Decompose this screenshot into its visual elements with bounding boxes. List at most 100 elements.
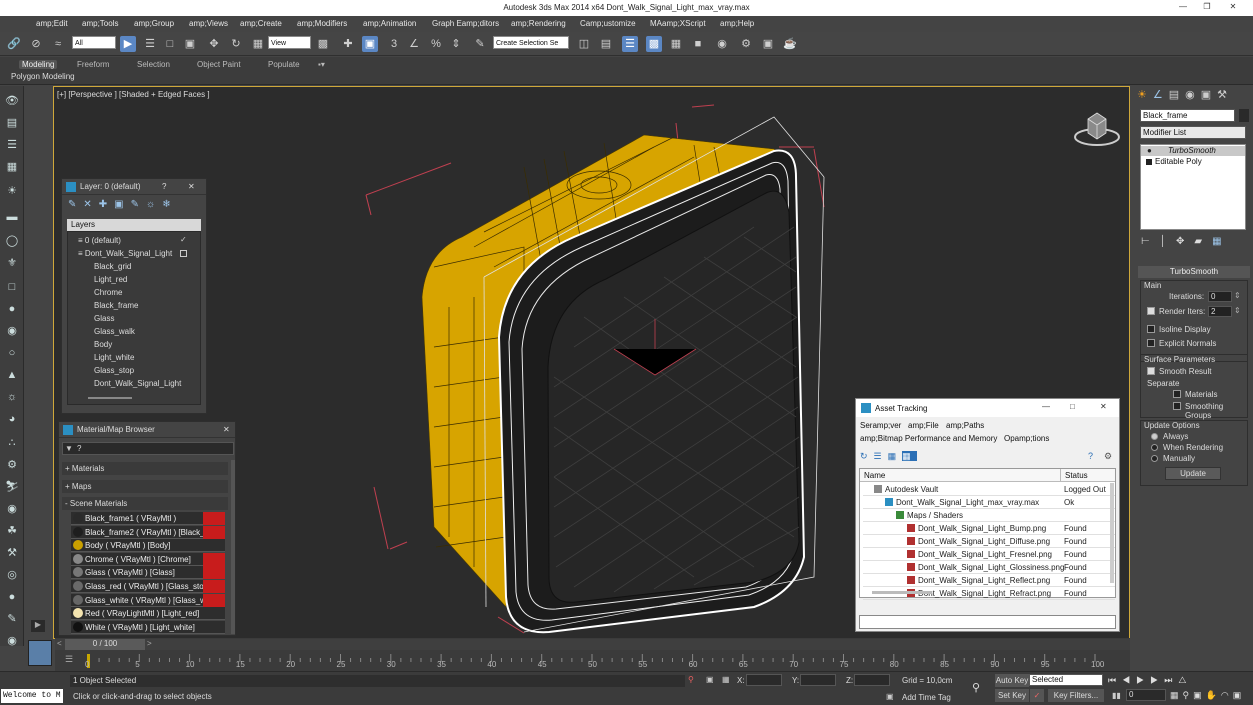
next-frame-icon[interactable]: ▶ xyxy=(1150,675,1164,685)
pan-icon[interactable]: ✋ xyxy=(1206,690,1221,700)
layer-object-item[interactable]: Black_grid xyxy=(94,260,131,273)
ribbon-sub-polygon-modeling[interactable]: Polygon Modeling xyxy=(11,72,75,81)
layer-help-button[interactable]: ? xyxy=(162,179,166,195)
tab-object-paint[interactable]: Object Paint xyxy=(197,60,241,69)
key-icon[interactable]: ⚲ xyxy=(972,681,980,694)
add-to-layer-icon[interactable]: ✚ xyxy=(99,199,114,210)
menu-edit[interactable]: amp;Edit xyxy=(36,19,68,28)
show-end-result-icon[interactable]: │ xyxy=(1160,236,1176,247)
hammer-icon[interactable]: ⚒ xyxy=(5,546,19,560)
named-selection-dropdown[interactable]: Create Selection Se xyxy=(493,36,569,49)
current-frame-field[interactable]: 0 xyxy=(1126,689,1166,701)
asset-titlebar[interactable]: Asset Tracking — □ ✕ xyxy=(856,399,1119,417)
col-name[interactable]: Name xyxy=(864,471,885,480)
asset-row[interactable]: Dont_Walk_Signal_Light_Reflect.png Found xyxy=(863,574,1115,587)
render-iters-checkbox[interactable] xyxy=(1147,307,1158,316)
section-scene-materials[interactable]: - Scene Materials xyxy=(62,497,228,510)
expand-arrow-icon[interactable]: ▶ xyxy=(31,620,45,632)
menu-animation[interactable]: amp;Animation xyxy=(363,19,416,28)
mirror-icon[interactable]: ◫ xyxy=(576,36,592,52)
move-icon[interactable]: ✥ xyxy=(206,36,222,52)
tree-view-icon[interactable]: ▦ xyxy=(888,451,903,461)
x-coordinate-field[interactable] xyxy=(746,674,782,686)
light-icon[interactable]: ☀ xyxy=(5,184,19,198)
absolute-mode-icon[interactable]: ▦ xyxy=(722,675,730,684)
scale-icon[interactable]: ▦ xyxy=(250,36,266,52)
render-icon[interactable]: ◉ xyxy=(5,634,19,648)
layer-manager-icon[interactable]: ▩ xyxy=(646,36,662,52)
orbit-icon[interactable]: ◠ xyxy=(1221,690,1233,700)
tab-populate[interactable]: Populate xyxy=(268,60,300,69)
turbosmooth-rollout-title[interactable]: TurboSmooth xyxy=(1138,266,1250,278)
rect-selection-icon[interactable]: □ xyxy=(162,36,178,52)
y-coordinate-field[interactable] xyxy=(800,674,836,686)
asset-close-icon[interactable]: ✕ xyxy=(1100,402,1107,411)
pipe-icon[interactable]: ⚙ xyxy=(5,458,19,472)
layers-column-header[interactable]: Layers xyxy=(67,219,201,231)
menu-maxscript[interactable]: MAamp;XScript xyxy=(650,19,706,28)
asset-menu-file[interactable]: amp;File xyxy=(908,421,939,430)
material-row[interactable]: White ( VRayMtl ) [Light_white] xyxy=(71,620,225,634)
asset-menu-bitmap[interactable]: amp;Bitmap Performance and Memory xyxy=(860,434,997,443)
asset-settings-icon[interactable]: ⚙ xyxy=(1104,451,1112,462)
goto-start-icon[interactable]: ⏮ xyxy=(1108,675,1122,685)
material-row[interactable]: Black_frame2 ( VRayMtl ) [Black_grid] xyxy=(71,525,225,539)
smooth-result-checkbox[interactable] xyxy=(1147,367,1158,376)
stack-item-turbosmooth[interactable]: TurboSmooth xyxy=(1141,146,1245,156)
select-by-name-icon[interactable]: ☰ xyxy=(142,36,158,52)
stack-item-editable-poly[interactable]: Editable Poly xyxy=(1141,157,1245,167)
tab-selection[interactable]: Selection xyxy=(137,60,170,69)
key-mode-toggle-icon[interactable]: ▮▮ xyxy=(1112,691,1121,700)
asset-hscroll[interactable] xyxy=(872,591,932,594)
select-in-layer-icon[interactable]: ▣ xyxy=(114,199,130,210)
angle-snap-icon[interactable]: ∠ xyxy=(406,36,422,52)
layer-item[interactable]: ≡ Dont_Walk_Signal_Light xyxy=(78,247,172,260)
menu-create[interactable]: amp;Create xyxy=(240,19,282,28)
lock-selection-icon[interactable]: ▣ xyxy=(706,675,714,684)
asset-row[interactable]: Dont_Walk_Signal_Light_Glossiness.png Fou… xyxy=(863,561,1115,574)
stack-expand-icon[interactable] xyxy=(1146,159,1152,165)
tab-modeling[interactable]: Modeling xyxy=(19,60,58,69)
smoothing-groups-checkbox[interactable] xyxy=(1173,402,1184,411)
modifier-list-dropdown[interactable]: Modifier List xyxy=(1140,126,1246,139)
asset-vscroll[interactable] xyxy=(1110,483,1114,583)
asset-row[interactable]: Dont_Walk_Signal_Light_max_vray.max Ok xyxy=(863,496,1115,509)
layer-close-icon[interactable]: ✕ xyxy=(188,179,195,195)
globe-icon[interactable]: ◉ xyxy=(5,502,19,516)
set-key-icon[interactable]: ✓ xyxy=(1030,689,1044,702)
asset-row[interactable]: Dont_Walk_Signal_Light_Diffuse.png Found xyxy=(863,535,1115,548)
material-row[interactable]: Glass ( VRayMtl ) [Glass] xyxy=(71,566,225,580)
plant-icon[interactable]: ☘ xyxy=(5,524,19,538)
asset-maximize-icon[interactable]: □ xyxy=(1070,402,1075,411)
always-radio[interactable] xyxy=(1151,432,1161,441)
display-tab-icon[interactable]: ▣ xyxy=(1201,89,1217,101)
rotate-icon[interactable]: ↻ xyxy=(228,36,244,52)
configure-sets-icon[interactable]: ▦ xyxy=(1212,236,1231,247)
material-editor-icon[interactable]: ◉ xyxy=(714,36,730,52)
select-object-icon[interactable]: ▶ xyxy=(120,36,136,52)
hierarchy-tab-icon[interactable]: ▤ xyxy=(1169,89,1185,101)
zoom-all-icon[interactable]: ▣ xyxy=(1193,690,1206,700)
motion-tab-icon[interactable]: ◉ xyxy=(1185,89,1201,101)
scene-explorer-icon[interactable]: ▤ xyxy=(5,116,19,130)
asset-menu-paths[interactable]: amp;Paths xyxy=(946,421,984,430)
material-row[interactable]: Black_frame1 ( VRayMtl ) [Black_frame] xyxy=(71,512,225,536)
material-close-icon[interactable]: ✕ xyxy=(223,422,230,438)
teapot-icon[interactable]: ◕ xyxy=(5,412,19,426)
selection-filter-dropdown[interactable]: All xyxy=(72,36,116,49)
character-icon[interactable]: ⛷ xyxy=(5,480,19,494)
eye-icon[interactable]: 👁 xyxy=(5,94,19,108)
selection-set-dropdown[interactable]: Selected xyxy=(1029,674,1103,686)
layer-object-item[interactable]: Glass_walk xyxy=(94,325,135,338)
display-toggle-icon[interactable]: ▬ xyxy=(5,210,19,224)
material-row[interactable]: Red ( VRayLightMtl ) [Light_red] xyxy=(71,607,225,621)
asset-menu-server[interactable]: Seramp;ver xyxy=(860,421,901,430)
play-icon[interactable]: ▶ xyxy=(1136,675,1150,685)
rendered-frame-icon[interactable]: ▣ xyxy=(760,36,776,52)
remove-modifier-icon[interactable]: ▰ xyxy=(1194,236,1212,247)
unlink-icon[interactable]: ⊘ xyxy=(28,36,44,52)
material-row[interactable]: Glass_red ( VRayMtl ) [Glass_stop] xyxy=(71,580,225,593)
iterations-spinner[interactable]: 0 xyxy=(1208,291,1232,302)
select-link-icon[interactable]: 🔗 xyxy=(6,36,22,52)
add-time-tag[interactable]: Add Time Tag xyxy=(902,693,951,702)
